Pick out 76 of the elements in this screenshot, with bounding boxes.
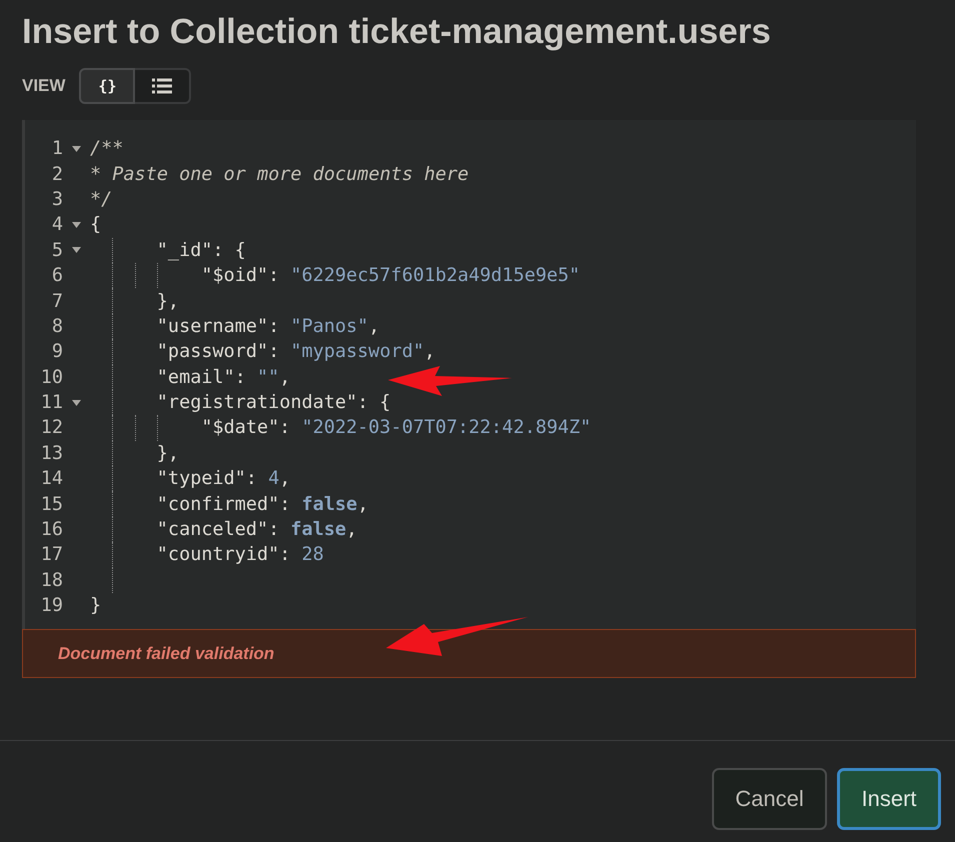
code-token: : — [268, 341, 280, 362]
code-comment: /** — [90, 138, 124, 160]
code-token: "password" — [156, 341, 268, 362]
code-token: false — [290, 519, 346, 540]
line-number: 15 — [40, 494, 63, 515]
code-token: , — [279, 468, 290, 490]
fold-caret-icon[interactable] — [72, 222, 81, 228]
code-token: : — [279, 494, 292, 515]
code-token: "canceled" — [156, 519, 268, 540]
dialog-title: Insert to Collection ticket-management.users — [22, 11, 772, 53]
code-token: "typeid" — [156, 468, 246, 490]
line-number: 11 — [40, 392, 63, 414]
line-number: 17 — [40, 544, 63, 566]
code-token: : — [268, 316, 280, 337]
code-token: : { — [212, 240, 246, 261]
cancel-button[interactable]: Cancel — [712, 768, 827, 830]
code-token: 4 — [268, 468, 280, 490]
line-number: 12 — [40, 417, 63, 438]
code-token: "email" — [156, 366, 235, 388]
fold-caret-icon[interactable] — [72, 247, 81, 254]
code-comment: */ — [90, 188, 112, 210]
code-token: : { — [357, 392, 391, 414]
code-comment: * Paste one or more documents here — [90, 164, 469, 185]
code-token: "confirmed" — [156, 494, 280, 515]
fold-caret-icon[interactable] — [72, 400, 81, 406]
line-number: 8 — [50, 316, 63, 337]
code-token: : — [268, 265, 280, 286]
code-token: 28 — [302, 544, 324, 566]
list-icon — [152, 78, 172, 94]
code-token: : — [268, 519, 280, 540]
line-number: 3 — [50, 188, 63, 210]
code-token: "_id" — [156, 240, 212, 261]
code-token: "Panos" — [290, 316, 368, 337]
code-token: { — [90, 214, 102, 236]
code-token: : — [279, 544, 292, 566]
code-token: "2022-03-07T07:22:42.894Z" — [302, 417, 592, 438]
code-token: } — [90, 595, 102, 616]
code-token: "$oid" — [201, 265, 268, 286]
line-number: 19 — [40, 595, 63, 616]
line-number: 16 — [40, 519, 63, 540]
code-token: }, — [156, 290, 180, 312]
code-token: false — [302, 494, 358, 515]
line-number: 10 — [40, 366, 63, 388]
line-number: 9 — [50, 341, 63, 362]
line-number: 6 — [50, 265, 63, 286]
code-token: , — [424, 341, 436, 362]
code-token: "mypassword" — [290, 341, 424, 362]
code-token: "6229ec57f601b2a49d15e9e5" — [290, 265, 580, 286]
code-token: , — [368, 316, 380, 337]
error-message: Document failed validation — [58, 644, 274, 664]
code-token: : — [279, 417, 292, 438]
code-token: : — [246, 468, 258, 490]
code-editor[interactable] — [22, 120, 916, 629]
code-token: : — [234, 366, 247, 388]
line-number: 1 — [50, 138, 63, 160]
code-token: "registrationdate" — [156, 392, 358, 414]
line-number: 13 — [40, 442, 63, 464]
code-token: , — [279, 366, 290, 388]
line-number: 2 — [50, 164, 63, 185]
code-token: , — [357, 494, 368, 515]
code-token: "$date" — [201, 417, 280, 438]
code-token: , — [346, 519, 358, 540]
line-number: 4 — [50, 214, 63, 236]
code-token: }, — [156, 442, 180, 464]
fold-caret-icon[interactable] — [72, 146, 81, 152]
list-view-tab[interactable] — [135, 68, 192, 104]
line-number: 14 — [40, 468, 63, 490]
line-number: 18 — [40, 570, 63, 591]
view-label: VIEW — [22, 76, 66, 96]
line-number: 5 — [50, 240, 63, 261]
code-token: "" — [257, 366, 280, 388]
insert-button[interactable]: Insert — [837, 768, 941, 830]
json-view-tab[interactable]: {} — [79, 68, 136, 104]
code-token: "username" — [156, 316, 268, 337]
line-number: 7 — [50, 290, 63, 312]
code-token: "countryid" — [156, 544, 280, 566]
